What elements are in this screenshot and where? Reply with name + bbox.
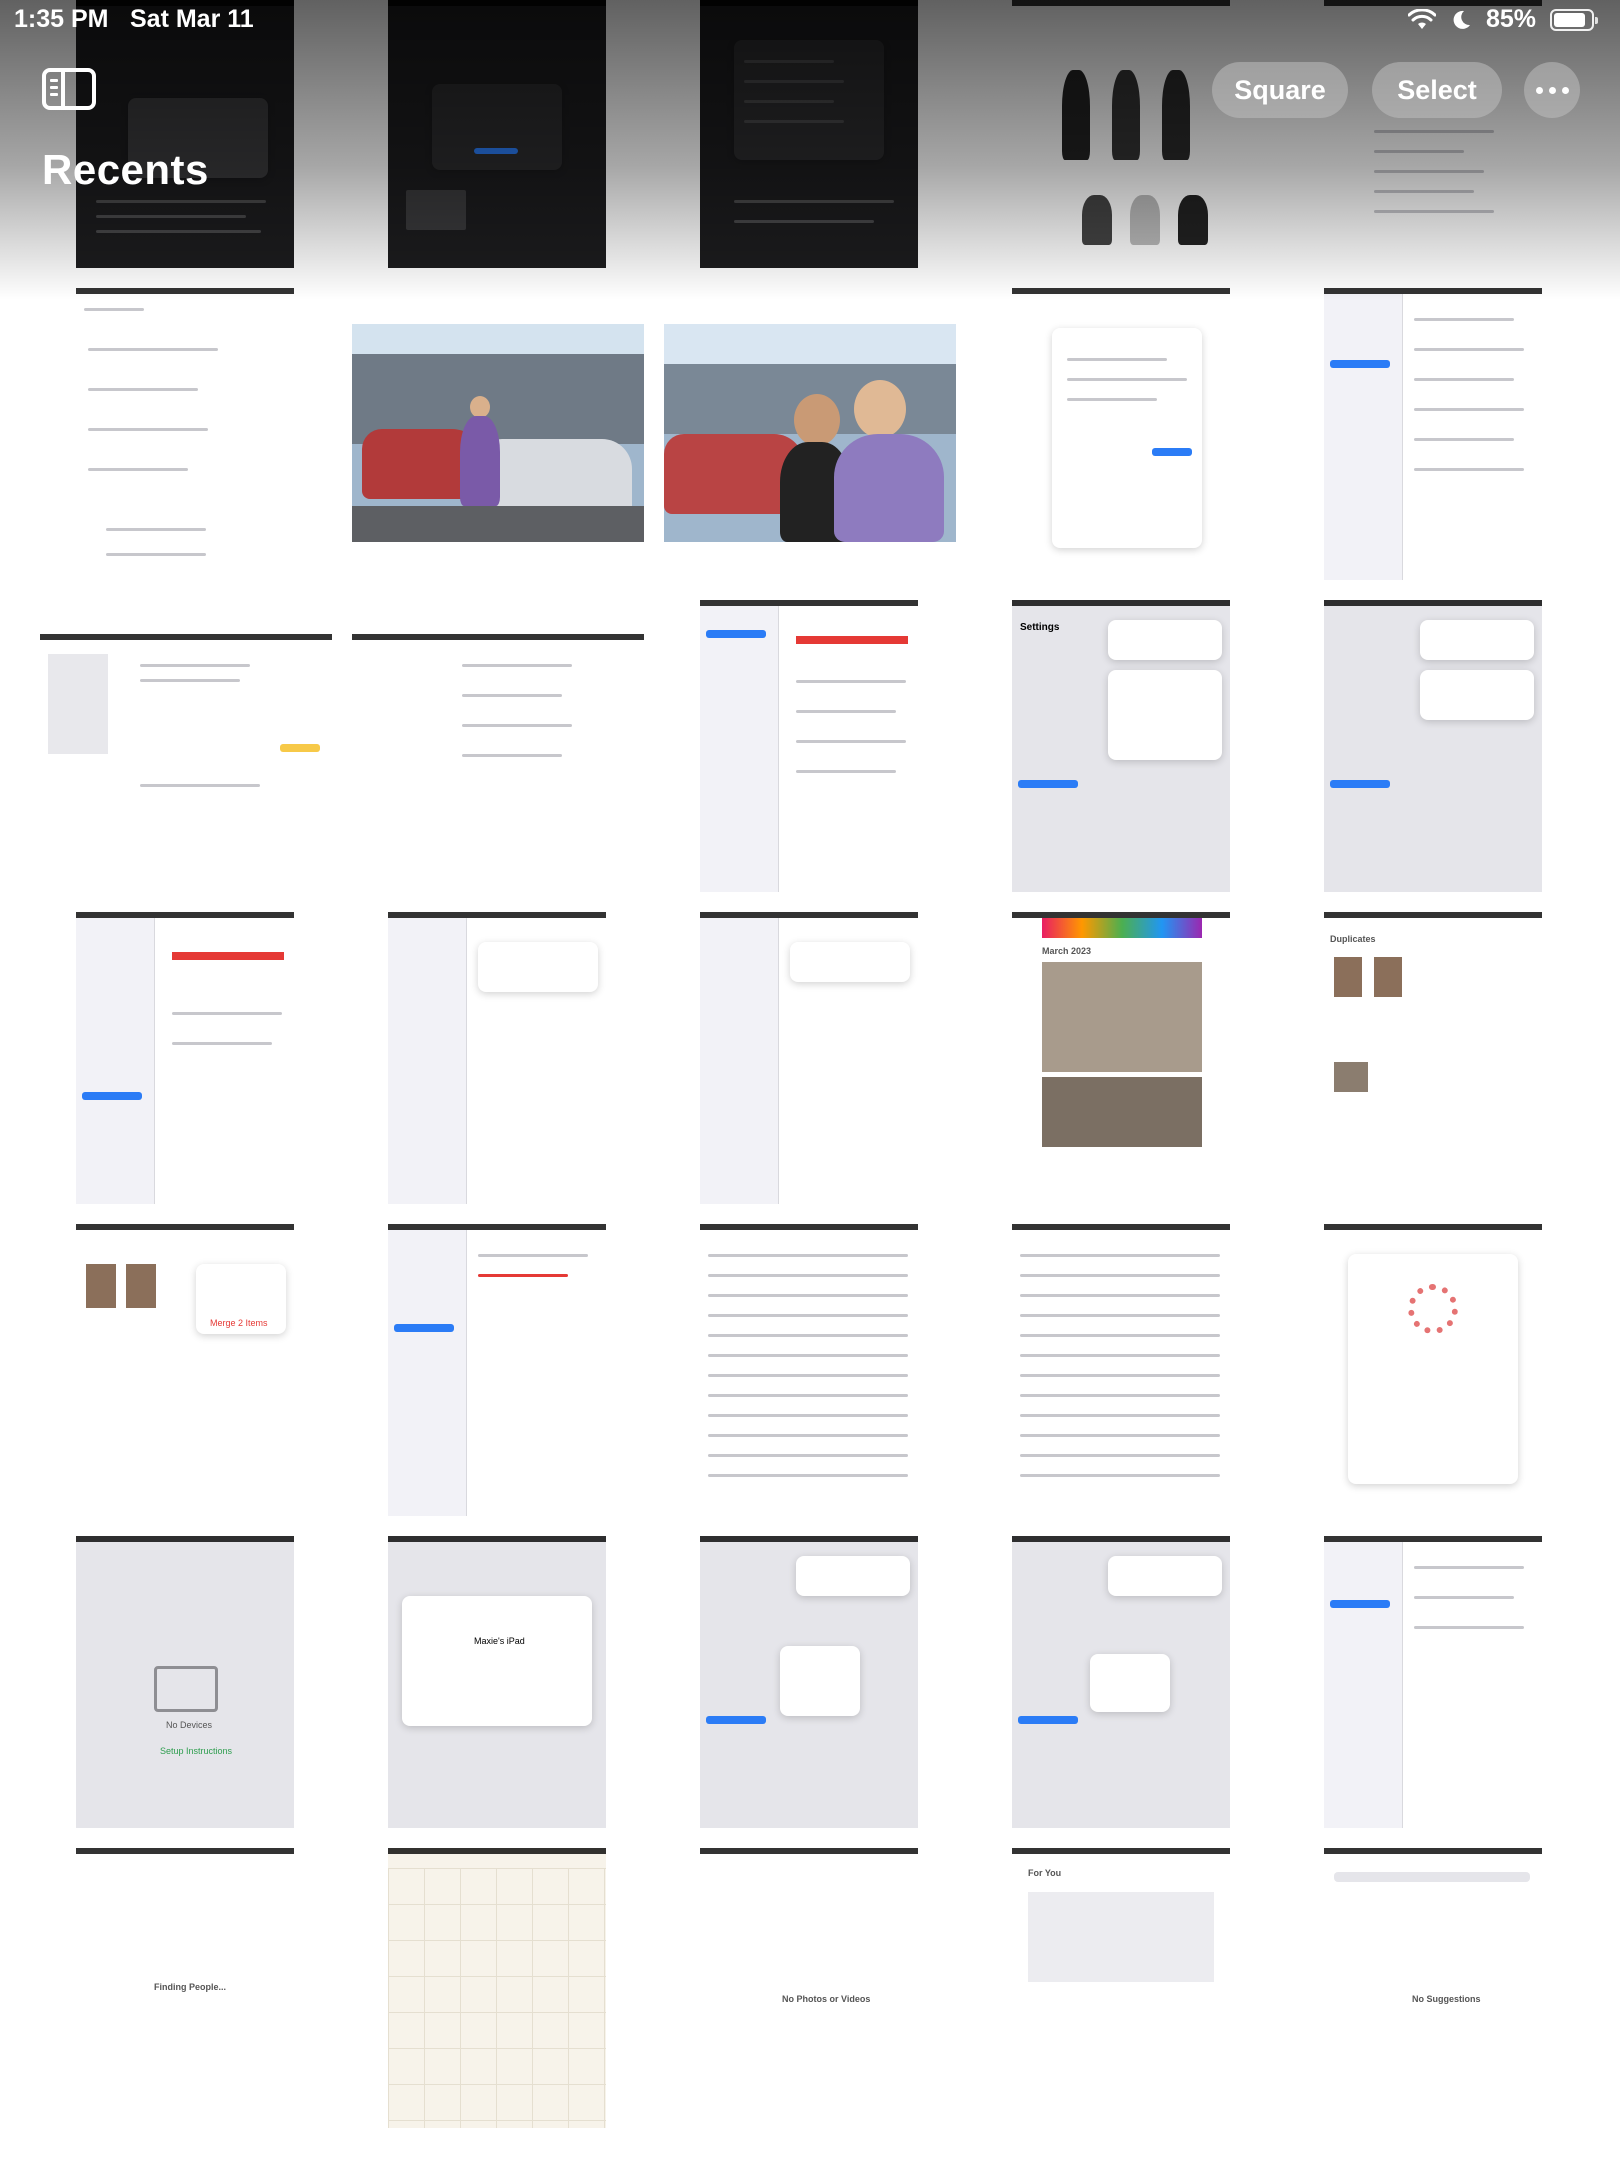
photo-thumbnail[interactable]: Settings: [1012, 600, 1230, 892]
march-caption: March 2023: [1042, 946, 1092, 956]
no-suggestions-caption: No Suggestions: [1412, 1994, 1481, 2004]
photo-thumbnail[interactable]: [700, 912, 918, 1204]
status-icons: 85%: [1407, 5, 1598, 34]
photo-thumbnail[interactable]: March 2023: [1012, 912, 1230, 1204]
photo-grid: Settings March 2023 Duplicates Merge 2 I…: [0, 0, 1620, 2160]
photo-thumbnail[interactable]: [700, 1536, 918, 1828]
finding-people-caption: Finding People...: [154, 1982, 226, 1992]
photo-thumbnail[interactable]: [664, 324, 956, 542]
moon-icon: [1453, 10, 1470, 29]
settings-caption: Settings: [1020, 622, 1060, 633]
battery-fill: [1554, 12, 1585, 27]
photo-thumbnail[interactable]: For You: [1012, 1848, 1230, 2140]
photo-thumbnail[interactable]: [388, 1848, 606, 2128]
square-button[interactable]: Square: [1212, 62, 1348, 118]
photo-thumbnail[interactable]: [1324, 1536, 1542, 1828]
photo-thumbnail[interactable]: [1012, 288, 1230, 580]
photo-thumbnail[interactable]: [388, 1224, 606, 1516]
no-devices-caption: No Devices: [166, 1720, 213, 1730]
photo-thumbnail[interactable]: [76, 912, 294, 1204]
wifi-icon: [1407, 8, 1436, 29]
photo-thumbnail[interactable]: [1324, 1224, 1542, 1516]
photo-thumbnail[interactable]: [388, 912, 606, 1204]
battery-icon: [1550, 8, 1598, 31]
status-time: 1:35 PM: [14, 5, 109, 33]
status-bar: 1:35 PM Sat Mar 11 85%: [0, 0, 1620, 44]
ipad-caption: Maxie's iPad: [474, 1636, 525, 1646]
photo-thumbnail[interactable]: Merge 2 Items: [76, 1224, 294, 1516]
page-title: Recents: [42, 146, 209, 193]
photo-thumbnail[interactable]: [76, 288, 294, 580]
status-date: Sat Mar 11: [130, 5, 254, 33]
photo-thumbnail[interactable]: [40, 634, 332, 852]
photo-thumbnail[interactable]: [352, 634, 644, 852]
photo-thumbnail[interactable]: No Suggestions: [1324, 1848, 1542, 2140]
photo-thumbnail[interactable]: Maxie's iPad: [388, 1536, 606, 1828]
photo-thumbnail[interactable]: [352, 324, 644, 542]
photo-thumbnail[interactable]: No Devices Setup Instructions: [76, 1536, 294, 1828]
photo-thumbnail[interactable]: Duplicates: [1324, 912, 1542, 1204]
photo-thumbnail[interactable]: Finding People...: [76, 1848, 294, 2140]
sidebar-toggle-icon[interactable]: [42, 68, 96, 110]
photo-thumbnail[interactable]: [700, 1224, 918, 1516]
ellipsis-icon: [1535, 86, 1569, 94]
photo-thumbnail[interactable]: [1324, 288, 1542, 580]
setup-caption: Setup Instructions: [160, 1746, 233, 1756]
more-button[interactable]: [1524, 62, 1580, 118]
merge-caption: Merge 2 Items: [210, 1318, 268, 1328]
photo-thumbnail[interactable]: [1012, 1224, 1230, 1516]
photo-thumbnail[interactable]: [1012, 1536, 1230, 1828]
photo-thumbnail[interactable]: [1324, 600, 1542, 892]
battery-percent: 85%: [1485, 5, 1536, 33]
no-photos-caption: No Photos or Videos: [782, 1994, 871, 2004]
select-button[interactable]: Select: [1372, 62, 1502, 118]
duplicates-caption: Duplicates: [1330, 934, 1376, 944]
photo-thumbnail[interactable]: No Photos or Videos: [700, 1848, 918, 2140]
for-you-caption: For You: [1028, 1868, 1062, 1878]
photo-thumbnail[interactable]: [700, 600, 918, 892]
